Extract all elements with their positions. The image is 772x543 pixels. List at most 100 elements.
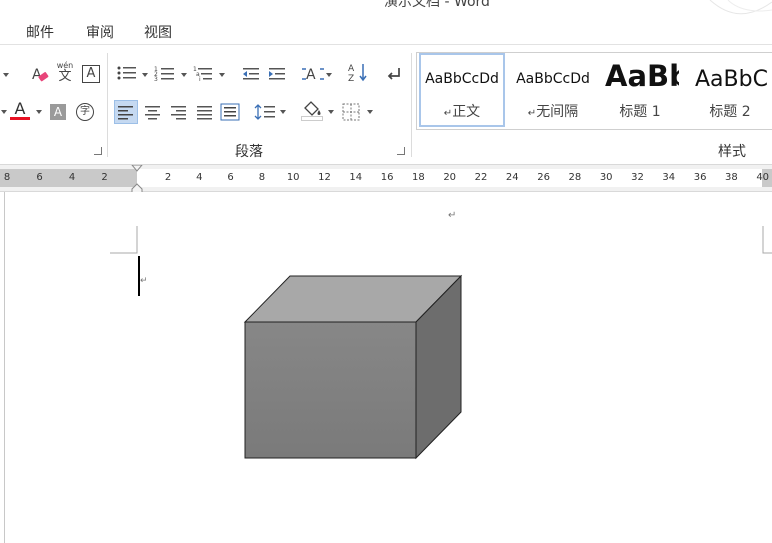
- chevron-down-icon[interactable]: [36, 110, 42, 114]
- numbering-button[interactable]: 123: [154, 63, 176, 85]
- chinese-layout-button[interactable]: A: [300, 63, 326, 85]
- sort-letter-z: Z: [348, 74, 354, 83]
- window-title: 演示文档 - Word: [384, 0, 490, 10]
- eraser-icon: A: [32, 67, 49, 83]
- distributed-button[interactable]: [219, 101, 241, 123]
- ruler-tick-label: 4: [68, 172, 76, 183]
- ruler-tick-label: 4: [196, 172, 203, 183]
- tab-review[interactable]: 审阅: [86, 22, 114, 42]
- chevron-down-icon[interactable]: [326, 73, 332, 77]
- decrease-indent-button[interactable]: [240, 63, 262, 85]
- character-border-button[interactable]: A: [80, 63, 102, 85]
- style-name: ↵正文: [443, 104, 481, 120]
- style-no-spacing[interactable]: AaBbCcDd ↵无间隔: [509, 53, 597, 127]
- title-decoration: [709, 0, 772, 15]
- enclose-characters-button[interactable]: 字: [74, 101, 96, 123]
- phonetic-guide-button[interactable]: wén 文: [54, 61, 76, 83]
- crop-mark-top-left: [110, 226, 138, 254]
- style-name: 标题 2: [709, 104, 751, 120]
- style-normal[interactable]: AaBbCcDd ↵正文: [419, 53, 505, 127]
- justify-button[interactable]: [194, 101, 216, 123]
- cube-shape[interactable]: [240, 270, 470, 464]
- group-separator: [107, 53, 108, 157]
- paragraph-mark: ↵: [448, 210, 457, 221]
- chevron-down-icon[interactable]: [328, 110, 334, 114]
- paragraph-mark: ↵: [140, 276, 148, 286]
- borders-button[interactable]: [340, 101, 362, 123]
- multilevel-list-button[interactable]: 1ai: [193, 63, 215, 85]
- paragraph-mark: ↵: [527, 108, 537, 119]
- chevron-down-icon[interactable]: [3, 73, 9, 77]
- cube-front-face: [244, 321, 417, 459]
- increase-indent-button[interactable]: [266, 63, 288, 85]
- horizontal-ruler[interactable]: 8 6 4 2 2 4 6 8 10 12 14 16 18 20 22 24 26 28 30 32 34 36 38 40: [0, 164, 772, 195]
- font-color-letter: A: [14, 98, 26, 118]
- align-center-button[interactable]: [142, 101, 164, 123]
- indent-marker-icon[interactable]: [130, 165, 144, 195]
- ruler-tick-label: 6: [36, 172, 43, 183]
- ruler-tick-label: 38: [725, 172, 738, 183]
- chevron-down-icon[interactable]: [1, 110, 7, 114]
- paragraph-mark: ↵: [443, 108, 453, 119]
- ruler-tick-label: 10: [286, 172, 300, 183]
- style-heading-2[interactable]: AaBbC 标题 2: [687, 53, 772, 127]
- chevron-down-icon[interactable]: [142, 73, 148, 77]
- font-color-swatch: [10, 116, 30, 120]
- style-name: ↵无间隔: [527, 104, 579, 120]
- font-dialog-launcher[interactable]: [94, 147, 102, 155]
- paragraph-group-label: 段落: [235, 144, 263, 160]
- style-name: 标题 1: [619, 104, 661, 120]
- character-shading-button[interactable]: A: [48, 101, 68, 123]
- ruler-tick-label: 28: [568, 172, 582, 183]
- ruler-tick-label: 22: [474, 172, 488, 183]
- style-sample: AaBbCcDd: [516, 71, 590, 87]
- line-spacing-icon: [254, 104, 275, 120]
- sort-button[interactable]: AZ: [346, 61, 370, 83]
- chevron-down-icon[interactable]: [367, 110, 373, 114]
- numbering-icon: 123: [154, 66, 174, 83]
- ruler-tick-label: 24: [505, 172, 519, 183]
- style-sample: AaBb: [605, 59, 679, 93]
- enclose-characters-icon: 字: [76, 103, 94, 121]
- multilevel-list-icon: 1ai: [193, 66, 212, 83]
- page-edge: [4, 192, 5, 543]
- align-right-icon: [171, 106, 186, 120]
- ruler-tick-label: 8: [258, 172, 266, 183]
- shading-swatch: [301, 115, 323, 121]
- paint-bucket-icon: [304, 100, 321, 116]
- ruler-tick-label: 30: [599, 172, 613, 183]
- style-heading-1[interactable]: AaBb 标题 1: [601, 53, 679, 127]
- title-bar: 演示文档 - Word: [0, 0, 772, 20]
- tab-view[interactable]: 视图: [144, 22, 172, 42]
- return-arrow-icon: [387, 68, 400, 80]
- ruler-tick-label: 2: [164, 172, 172, 183]
- style-sample: AaBbCcDd: [425, 71, 499, 87]
- show-formatting-marks-button[interactable]: [384, 63, 404, 85]
- styles-group-label: 样式: [718, 144, 746, 160]
- ruler-tick-label: 6: [227, 172, 234, 183]
- ruler-tick-label: 8: [3, 172, 11, 183]
- chevron-down-icon[interactable]: [219, 73, 225, 77]
- character-border-icon: A: [82, 65, 100, 83]
- ruler-tick-label: 14: [349, 172, 363, 183]
- phonetic-guide-char: 文: [58, 68, 72, 84]
- tab-mailings[interactable]: 邮件: [26, 22, 54, 42]
- svg-text:A: A: [306, 67, 316, 83]
- align-right-button[interactable]: [168, 101, 190, 123]
- clear-formatting-button[interactable]: A: [28, 63, 52, 85]
- shading-button[interactable]: [300, 99, 324, 121]
- paragraph-dialog-launcher[interactable]: [397, 147, 405, 155]
- ruler-tick-label: 36: [693, 172, 707, 183]
- chevron-down-icon[interactable]: [181, 73, 187, 77]
- justify-icon: [197, 106, 212, 120]
- svg-text:i: i: [199, 76, 201, 83]
- font-color-button[interactable]: A: [8, 99, 32, 121]
- ruler-tick-label: 34: [662, 172, 676, 183]
- borders-icon: [342, 103, 360, 121]
- align-left-button[interactable]: [114, 100, 138, 124]
- line-spacing-button[interactable]: [254, 101, 276, 123]
- bullets-button[interactable]: [116, 63, 136, 85]
- ruler-tick-label: 16: [380, 172, 394, 183]
- ruler-tick-label: 32: [631, 172, 644, 183]
- chevron-down-icon[interactable]: [280, 110, 286, 114]
